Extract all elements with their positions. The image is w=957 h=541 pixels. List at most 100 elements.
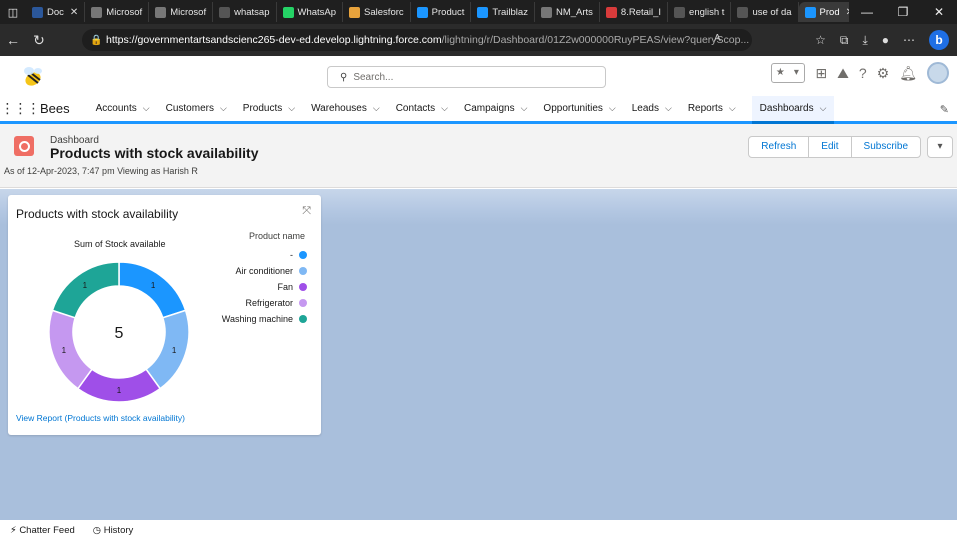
favorite-star-icon[interactable]: ★: [772, 64, 788, 82]
minimize-icon[interactable]: —: [849, 5, 885, 19]
search-icon: ⚲: [340, 71, 348, 83]
nav-item-leads[interactable]: Leads ⌵: [632, 95, 672, 123]
tab-favicon-icon: [32, 6, 43, 18]
setup-gear-icon[interactable]: ⚙: [877, 65, 890, 82]
chevron-down-icon[interactable]: ⌵: [373, 103, 380, 114]
browser-tab[interactable]: WhatsAp: [277, 2, 344, 22]
browser-tab[interactable]: whatsap: [213, 2, 277, 22]
close-tab-icon[interactable]: ✕: [70, 7, 78, 18]
nav-item-products[interactable]: Products ⌵: [243, 95, 295, 123]
favorites-icon[interactable]: ☆: [815, 33, 826, 47]
subscribe-button[interactable]: Subscribe: [850, 136, 921, 158]
global-actions-icon[interactable]: ⊞: [815, 65, 827, 82]
tab-label: NM_Arts: [555, 6, 593, 18]
reload-icon[interactable]: ↻: [26, 32, 52, 49]
bee-logo-icon: [24, 67, 42, 86]
browser-tab[interactable]: NM_Arts: [535, 2, 600, 22]
browser-tab[interactable]: Product: [411, 2, 472, 22]
donut-chart[interactable]: 1 1 1 1 1 5: [44, 257, 194, 407]
nav-item-opportunities[interactable]: Opportunities ⌵: [543, 95, 615, 123]
address-bar-row: ← ↻ 🔒 https://governmentartsandscienc265…: [0, 24, 957, 56]
chevron-down-icon[interactable]: ⌵: [665, 103, 672, 114]
nav-item-campaigns[interactable]: Campaigns ⌵: [464, 95, 527, 123]
nav-item-reports[interactable]: Reports ⌵: [688, 95, 736, 123]
nav-item-accounts[interactable]: Accounts ⌵: [96, 95, 150, 123]
history-button[interactable]: ◷ History: [93, 525, 134, 536]
legend-label: Washing machine: [221, 314, 293, 324]
bing-icon[interactable]: b: [929, 30, 949, 50]
help-icon[interactable]: ?: [859, 65, 867, 81]
tab-label: Salesforc: [364, 6, 404, 18]
chatter-feed-label: Chatter Feed: [19, 525, 75, 536]
browser-tab-strip: ◫ Doc ✕ Microsof Microsof whatsap WhatsAp Sale…: [0, 0, 957, 24]
chevron-down-icon[interactable]: ⌵: [288, 103, 295, 114]
nav-item-label: Dashboards: [759, 103, 814, 114]
dashboard-header: Dashboard Products with stock availabili…: [0, 124, 957, 188]
nav-item-label: Leads: [631, 103, 659, 114]
legend-item[interactable]: Washing machine: [222, 311, 307, 327]
chevron-down-icon[interactable]: ⌵: [609, 103, 616, 114]
browser-tab[interactable]: english t: [668, 2, 732, 22]
url-field[interactable]: 🔒 https://governmentartsandscienc265-dev…: [82, 29, 752, 51]
notifications-bell-icon[interactable]: 🔔︎: [899, 65, 917, 82]
legend-title: Product name: [248, 231, 305, 241]
read-aloud-icon[interactable]: A: [714, 33, 721, 44]
url-host: https://governmentartsandscienc265-dev-e…: [106, 34, 442, 46]
expand-icon[interactable]: ⤧: [302, 205, 311, 218]
tab-label: whatsap: [234, 6, 270, 18]
legend-label: -: [290, 250, 293, 260]
nav-item-label: Products: [242, 103, 283, 114]
chevron-down-icon[interactable]: ⌵: [521, 103, 528, 114]
browser-tab[interactable]: Trailblaz: [471, 2, 535, 22]
chevron-down-icon[interactable]: ⌵: [220, 103, 227, 114]
nav-item-dashboards[interactable]: Dashboards ⌵: [751, 96, 835, 124]
chevron-down-icon[interactable]: ⌵: [441, 103, 448, 114]
trailhead-icon[interactable]: ⛰: [837, 65, 849, 82]
donut-slice[interactable]: [48, 309, 94, 390]
refresh-button[interactable]: Refresh: [748, 136, 810, 158]
collections-icon[interactable]: ⧉: [840, 33, 849, 48]
browser-tab[interactable]: Microsof: [149, 2, 214, 22]
app-launcher-icon[interactable]: ⋮⋮⋮: [0, 100, 41, 117]
nav-item-label: Customers: [165, 103, 214, 114]
header-utilities: ★ ▾ ⊞ ⛰ ? ⚙ 🔔︎: [771, 62, 949, 84]
downloads-icon[interactable]: ⤓: [862, 33, 867, 48]
chevron-down-icon[interactable]: ⌵: [143, 103, 150, 114]
chevron-down-icon[interactable]: ⌵: [820, 103, 827, 114]
global-search-input[interactable]: ⚲ Search...: [327, 66, 606, 88]
slice-value-label: 1: [83, 281, 88, 290]
profile-icon[interactable]: ●: [882, 33, 889, 47]
legend-swatch: [299, 251, 307, 259]
close-window-icon[interactable]: ✕: [921, 5, 957, 19]
history-label: History: [103, 525, 134, 536]
browser-tab[interactable]: use of da: [731, 2, 799, 22]
browser-tab[interactable]: Microsof: [85, 2, 150, 22]
more-actions-dropdown-icon[interactable]: ▾: [927, 136, 953, 158]
dashboard-widget[interactable]: Products with stock availability ⤧ Sum o…: [8, 195, 321, 435]
legend-item[interactable]: Air conditioner: [222, 263, 307, 279]
tab-favicon-icon: [219, 6, 231, 18]
browser-tab[interactable]: 8.Retail_I: [600, 2, 669, 22]
nav-item-warehouses[interactable]: Warehouses ⌵: [311, 95, 380, 123]
edit-nav-icon[interactable]: ✎: [940, 103, 949, 116]
edit-button[interactable]: Edit: [808, 136, 852, 158]
legend-item[interactable]: -: [222, 247, 307, 263]
browser-tab[interactable]: Doc ✕: [26, 2, 86, 22]
legend-item[interactable]: Fan: [222, 279, 307, 295]
more-icon[interactable]: ⋯: [903, 33, 915, 47]
legend-label: Air conditioner: [235, 266, 293, 276]
user-avatar[interactable]: [927, 62, 949, 84]
nav-item-customers[interactable]: Customers ⌵: [166, 95, 227, 123]
restore-icon[interactable]: ❐: [885, 5, 921, 19]
tab-actions-icon[interactable]: ◫: [0, 0, 26, 24]
nav-item-contacts[interactable]: Contacts ⌵: [396, 95, 448, 123]
browser-tab[interactable]: Salesforc: [343, 2, 411, 22]
chevron-down-icon[interactable]: ⌵: [729, 103, 736, 114]
legend-swatch: [299, 315, 307, 323]
tab-label: use of da: [752, 6, 792, 18]
view-report-link[interactable]: View Report (Products with stock availab…: [16, 413, 185, 423]
favorites-dropdown-icon[interactable]: ▾: [788, 64, 804, 82]
legend-item[interactable]: Refrigerator: [222, 295, 307, 311]
back-icon[interactable]: ←: [0, 32, 26, 48]
chatter-feed-button[interactable]: ⚡︎ Chatter Feed: [10, 525, 75, 536]
